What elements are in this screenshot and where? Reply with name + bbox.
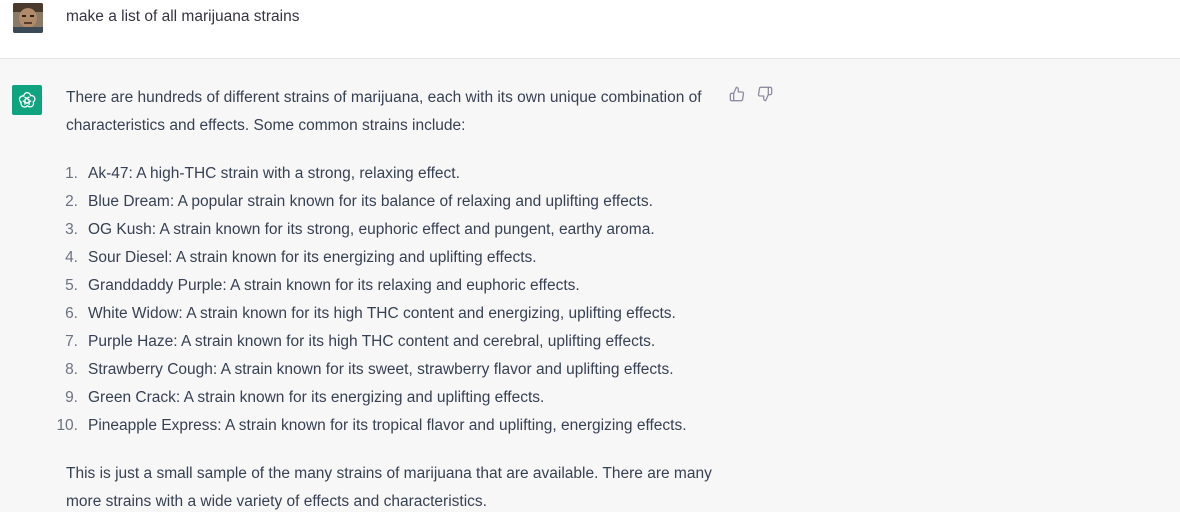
list-item: 9. Green Crack: A strain known for its en… bbox=[65, 384, 716, 412]
feedback-buttons bbox=[729, 86, 773, 102]
list-item-number: 2. bbox=[65, 193, 78, 210]
list-item: 7. Purple Haze: A strain known for its hi… bbox=[65, 328, 716, 356]
user-avatar-icon bbox=[13, 3, 43, 33]
list-item: 2. Blue Dream: A popular strain known for… bbox=[65, 188, 716, 216]
assistant-intro: There are hundreds of different strains … bbox=[66, 89, 702, 134]
assistant-outro: This is just a small sample of the many … bbox=[66, 465, 712, 510]
user-message-row: make a list of all marijuana strains bbox=[0, 0, 1180, 59]
list-item: 8. Strawberry Cough: A strain known for i… bbox=[65, 356, 716, 384]
list-item-number: 1. bbox=[65, 165, 78, 182]
openai-logo-icon bbox=[12, 85, 42, 115]
list-item-text: OG Kush: A strain known for its strong, … bbox=[88, 221, 655, 238]
list-item-number: 6. bbox=[65, 305, 78, 322]
list-item-text: Sour Diesel: A strain known for its ener… bbox=[88, 249, 537, 266]
list-item: 10. Pineapple Express: A strain known for… bbox=[56, 412, 716, 440]
list-item-number: 9. bbox=[65, 389, 78, 406]
list-item-number: 7. bbox=[65, 333, 78, 350]
list-item-text: White Widow: A strain known for its high… bbox=[88, 305, 676, 322]
list-item-number: 10. bbox=[56, 417, 78, 434]
list-item-text: Green Crack: A strain known for its ener… bbox=[88, 389, 545, 406]
list-item-number: 4. bbox=[65, 249, 78, 266]
list-item-number: 5. bbox=[65, 277, 78, 294]
list-item: 1. Ak-47: A high-THC strain with a strong… bbox=[65, 160, 716, 188]
strain-list: 1. Ak-47: A high-THC strain with a strong… bbox=[56, 160, 716, 440]
thumbs-down-icon[interactable] bbox=[757, 86, 773, 102]
list-item: 3. OG Kush: A strain known for its strong… bbox=[65, 216, 716, 244]
list-item-number: 3. bbox=[65, 221, 78, 238]
assistant-message-text: There are hundreds of different strains … bbox=[56, 84, 716, 516]
user-message-text: make a list of all marijuana strains bbox=[66, 8, 300, 25]
list-item-text: Strawberry Cough: A strain known for its… bbox=[88, 361, 674, 378]
thumbs-up-icon[interactable] bbox=[729, 86, 745, 102]
list-item-text: Granddaddy Purple: A strain known for it… bbox=[88, 277, 580, 294]
list-item: 4. Sour Diesel: A strain known for its en… bbox=[65, 244, 716, 272]
list-item-text: Purple Haze: A strain known for its high… bbox=[88, 333, 656, 350]
list-item-number: 8. bbox=[65, 361, 78, 378]
list-item: 5. Granddaddy Purple: A strain known for … bbox=[65, 272, 716, 300]
list-item-text: Ak-47: A high-THC strain with a strong, … bbox=[88, 165, 460, 182]
list-item-text: Pineapple Express: A strain known for it… bbox=[88, 417, 687, 434]
list-item-text: Blue Dream: A popular strain known for i… bbox=[88, 193, 653, 210]
list-item: 6. White Widow: A strain known for its hi… bbox=[65, 300, 716, 328]
assistant-message-row: There are hundreds of different strains … bbox=[0, 59, 1180, 512]
